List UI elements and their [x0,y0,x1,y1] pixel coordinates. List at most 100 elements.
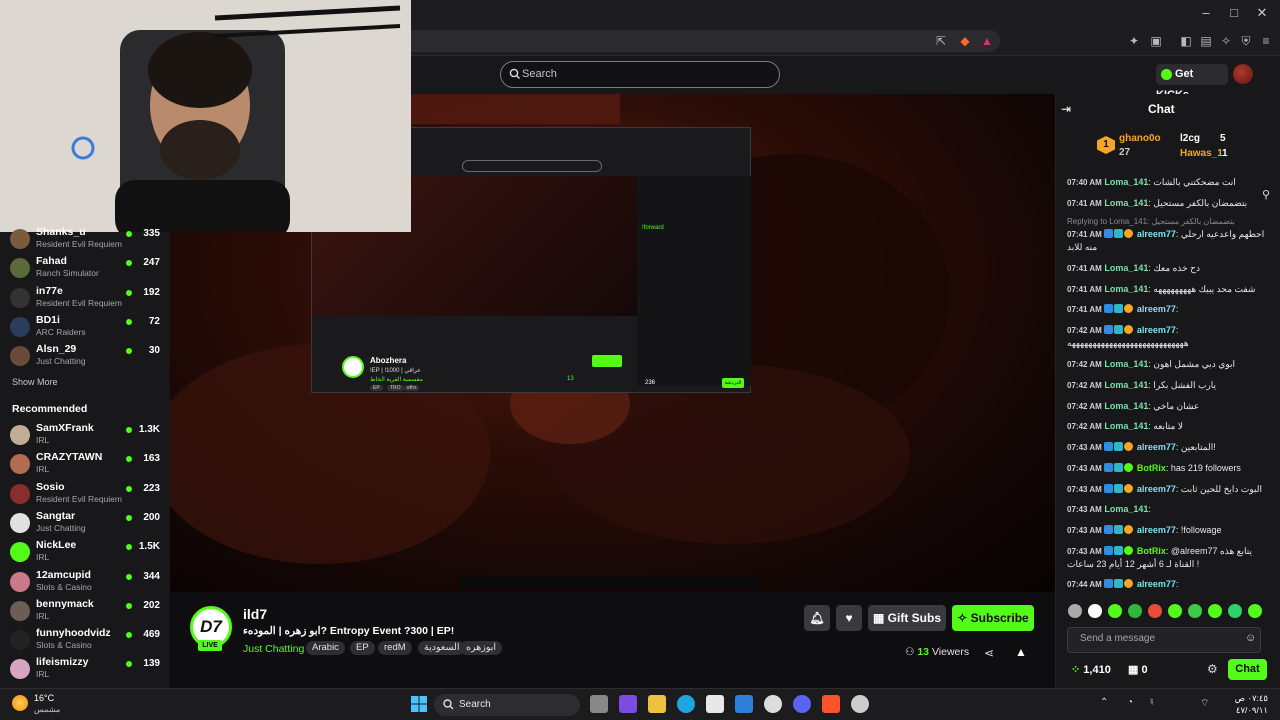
edge-icon[interactable] [677,695,695,713]
leaderboard-name[interactable]: ghano0o [1119,133,1161,144]
channel-row[interactable]: 12amcupid Slots & Casino 344 [8,569,168,598]
channel-row[interactable]: SamXFrank IRL 1.3K [8,422,168,451]
taskbar-search[interactable] [434,694,580,716]
mail-icon[interactable] [735,695,753,713]
share-icon[interactable]: ⋖ [984,646,994,660]
channel-row[interactable]: NickLee IRL 1.5K [8,539,168,568]
start-button[interactable] [410,695,428,713]
minimize-button[interactable]: – [1196,4,1216,22]
chat-send-button[interactable]: Chat [1228,659,1267,680]
leaderboard-name[interactable]: Hawas_1 [1180,148,1223,159]
gift-subs-button[interactable]: ▦ Gift Subs [868,605,946,631]
stream-tag[interactable]: Arabic [306,641,345,655]
app-icon[interactable] [619,695,637,713]
share-icon[interactable]: ⇱ [933,33,949,49]
stream-tag[interactable]: EP [350,641,375,655]
message-user[interactable]: alreem77 [1137,579,1176,589]
get-kicks-button[interactable]: Get KICKs [1156,64,1228,101]
message-user[interactable]: alreem77 [1137,304,1176,314]
badge-icon [1114,579,1124,588]
maximize-button[interactable]: □ [1224,4,1244,22]
chest-value: 0 [1141,664,1148,676]
message-user[interactable]: alreem77 [1137,442,1176,452]
close-button[interactable]: ✕ [1252,4,1272,22]
clock-time[interactable]: ٠٧:٤٥ ص [1222,693,1268,704]
menu-icon[interactable]: ≡ [1258,33,1274,49]
leaderboard-name[interactable]: l2cg [1180,133,1200,144]
user-avatar[interactable] [1233,64,1253,84]
channel-row[interactable]: Sangtar Just Chatting 200 [8,510,168,539]
channel-row[interactable]: Fahad Ranch Simulator 247 [8,255,168,284]
tab-icon[interactable]: ▣ [1148,33,1164,49]
streamer-name[interactable]: ild7 [243,606,267,622]
channel-row[interactable]: funnyhoodvidz Slots & Casino 469 [8,627,168,656]
chevron-up-icon[interactable]: ⌃ [1100,697,1108,708]
message-user[interactable]: alreem77 [1137,229,1176,239]
clock-date[interactable]: ٤٧/٠٩/١١ [1222,705,1268,716]
channel-row[interactable]: lifeismizzy IRL 139 [8,656,168,685]
channel-row[interactable]: in77e Resident Evil Requiem 192 [8,285,168,314]
subscribe-button[interactable]: ✧ Subscribe [952,605,1034,631]
report-icon[interactable]: ▲ [1015,645,1027,659]
message-user[interactable]: alreem77 [1137,525,1176,535]
message-user[interactable]: Loma_141 [1104,401,1148,411]
weather-icon[interactable] [12,695,28,711]
message-user[interactable]: alreem77 [1137,325,1176,335]
network-icon[interactable]: ◔ [1127,697,1133,708]
channel-row[interactable]: BD1i ARC Raiders 72 [8,314,168,343]
channel-name: 12amcupid [36,568,91,581]
message-user[interactable]: Loma_141 [1104,504,1148,514]
message-user[interactable]: Loma_141 [1104,177,1148,187]
address-bar[interactable] [400,30,1000,52]
message-user[interactable]: Loma_141 [1104,263,1148,273]
collapse-chat-icon[interactable]: ⇥ [1061,102,1073,116]
stream-tag[interactable]: السعودية [418,641,466,655]
stream-tag[interactable]: ابوزهره [460,641,503,655]
vpn-icon[interactable]: ⛨ [1238,33,1254,49]
channel-points[interactable]: ⁘ 1,410 [1071,663,1111,676]
sidebar-icon[interactable]: ◧ [1178,33,1194,49]
follow-button[interactable]: ♥ [836,605,862,631]
badge-icon [1114,442,1124,451]
stream-category[interactable]: Just Chatting [243,643,304,655]
message-user[interactable]: Loma_141 [1104,198,1148,208]
message-user[interactable]: Loma_141 [1104,380,1148,390]
emoji-icon[interactable]: ☺ [1245,632,1256,644]
extensions-icon[interactable]: ✦ [1126,33,1142,49]
message-time: 07:43 AM [1067,485,1102,494]
channel-row[interactable]: Alsn_29 Just Chatting 30 [8,343,168,372]
rewards-icon[interactable]: ▲ [979,33,995,49]
message-time: 07:43 AM [1067,526,1102,535]
message-user[interactable]: BotRix [1137,546,1166,556]
stream-tag[interactable]: redM [378,641,412,655]
chat-settings-icon[interactable]: ⚙ [1207,662,1218,676]
brave-shield-icon[interactable]: ◆ [957,33,973,49]
chat-message: 07:43 AM alreem77: البوت دايخ للحين ثابت [1067,484,1263,494]
message-user[interactable]: BotRix [1137,463,1166,473]
channel-name: in77e [36,284,63,297]
mic-icon[interactable]: ♮ [1150,697,1154,708]
channel-row[interactable]: bennymack IRL 202 [8,598,168,627]
wifi-icon[interactable]: ⌔ [1200,697,1209,710]
message-user[interactable]: Loma_141 [1104,359,1148,369]
chrome-icon[interactable] [851,695,869,713]
ai-icon[interactable]: ✧ [1218,33,1234,49]
points-value: 1,410 [1083,664,1111,676]
channel-row[interactable]: Sosio Resident Evil Requiem 223 [8,481,168,510]
notification-bell-button[interactable]: 🔔︎ [804,605,830,631]
message-user[interactable]: Loma_141 [1104,421,1148,431]
task-view-icon[interactable] [590,695,608,713]
brave-icon[interactable] [822,695,840,713]
store-icon[interactable] [706,695,724,713]
discord-icon[interactable] [793,695,811,713]
message-text: انت مضحكتني بالشات [1153,177,1236,187]
message-user[interactable]: Loma_141 [1104,284,1148,294]
file-explorer-icon[interactable] [648,695,666,713]
message-user[interactable]: alreem77 [1137,484,1176,494]
obs-icon[interactable] [764,695,782,713]
wallet-icon[interactable]: ▤ [1198,33,1214,49]
show-more-link[interactable]: Show More [12,377,58,387]
channel-row[interactable]: CRAZYTAWN IRL 163 [8,451,168,480]
channel-row[interactable]: Shanks_u Resident Evil Requiem 335 [8,226,168,255]
chest-points[interactable]: ▦ 0 [1128,663,1148,676]
